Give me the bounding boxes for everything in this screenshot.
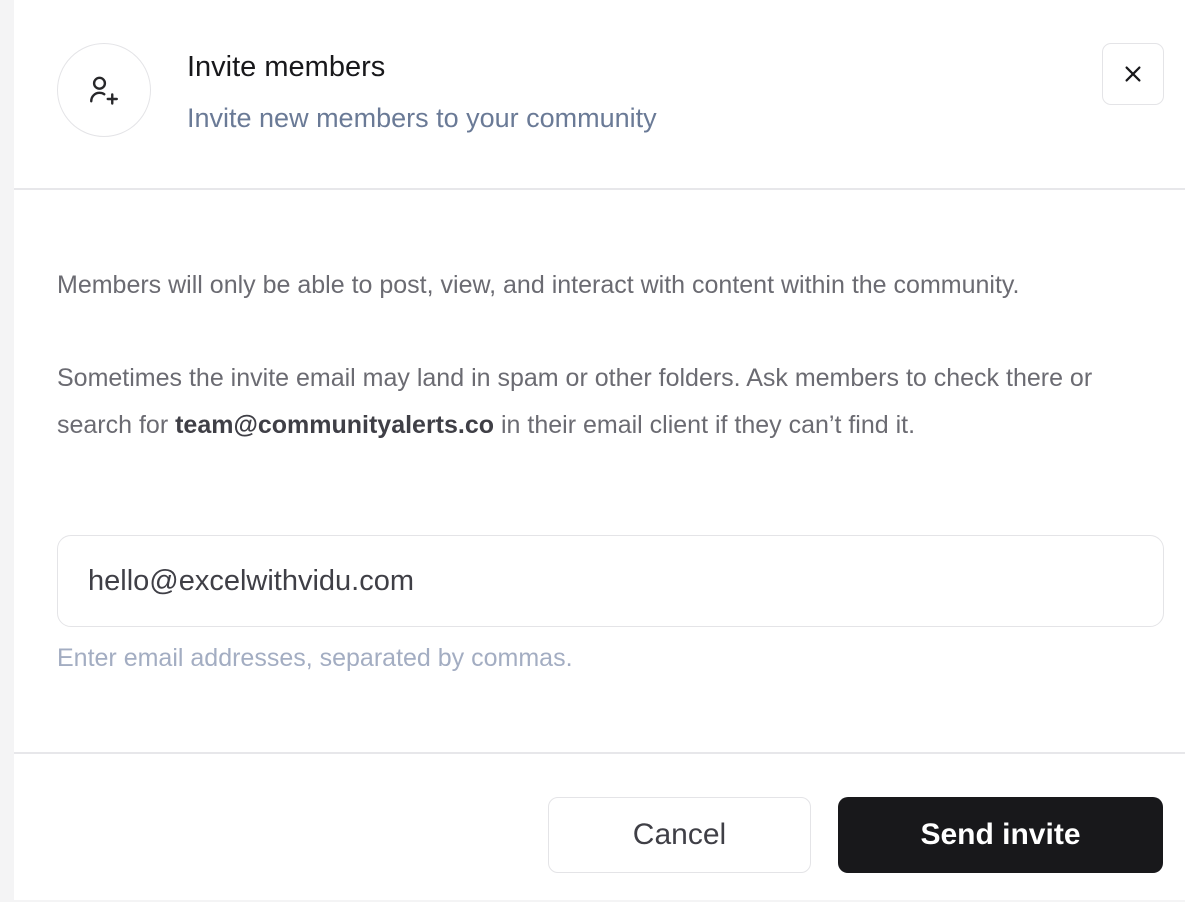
email-input-hint: Enter email addresses, separated by comm… [57,644,573,672]
sender-email: team@communityalerts.co [175,411,495,439]
dialog-body: Members will only be able to post, view,… [14,190,1185,754]
user-plus-icon [57,43,151,137]
members-info-text: Members will only be able to post, view,… [57,271,1020,299]
dialog-title: Invite members [187,51,386,83]
invite-members-dialog: Invite members Invite new members to you… [14,0,1185,900]
close-button[interactable] [1102,43,1164,105]
close-icon [1125,66,1141,82]
spam-info-suffix: in their email client if they can’t find… [494,411,916,439]
spam-info-text: Sometimes the invite email may land in s… [57,355,1167,449]
cancel-button[interactable]: Cancel [548,797,811,873]
dialog-header: Invite members Invite new members to you… [14,0,1185,190]
dialog-subtitle: Invite new members to your community [187,103,657,133]
email-addresses-input[interactable] [57,535,1164,627]
dialog-footer: Cancel Send invite [14,754,1185,902]
send-invite-button[interactable]: Send invite [838,797,1163,873]
